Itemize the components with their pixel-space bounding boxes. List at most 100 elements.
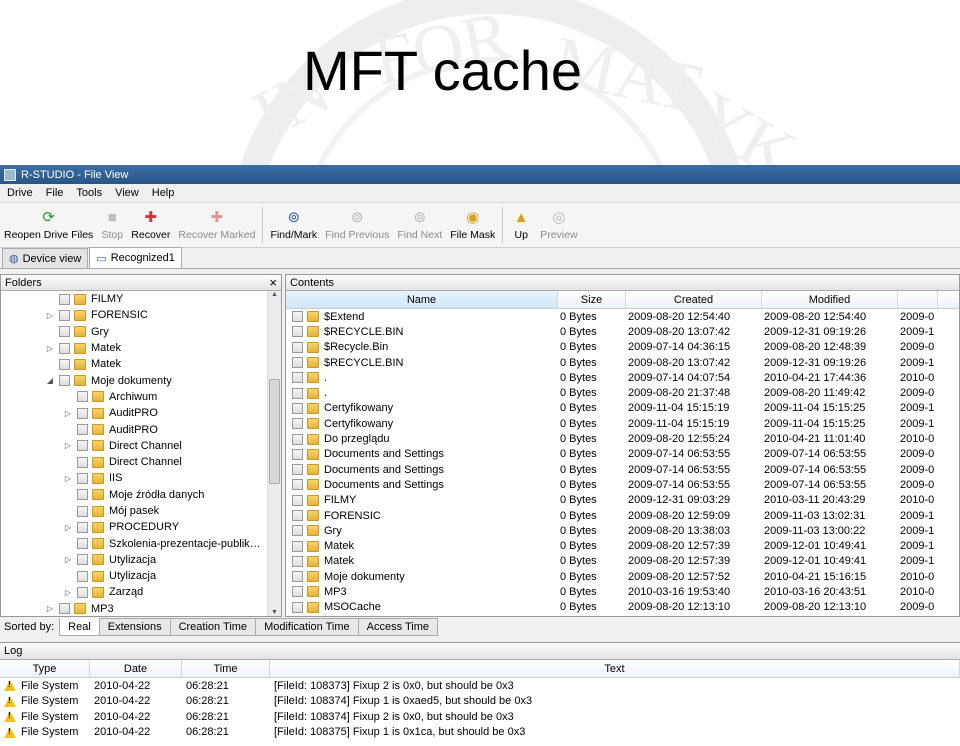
log-column-text[interactable]: Text (270, 660, 960, 677)
tree-item[interactable]: Moje źródła danych (1, 487, 281, 503)
log-column-type[interactable]: Type (0, 660, 90, 677)
tree-checkbox[interactable] (59, 326, 70, 338)
tree-checkbox[interactable] (59, 293, 70, 305)
file-row[interactable]: $RECYCLE.BIN 0 Bytes 2009-08-20 13:07:42 20… (286, 355, 959, 370)
tree-item[interactable]: ▷ Utylizacja (1, 552, 281, 568)
log-row[interactable]: File System 2010-04-22 06:28:21 [FileId: 10… (0, 725, 960, 741)
window-titlebar[interactable]: R-STUDIO - File View (0, 165, 960, 184)
file-row[interactable]: . 0 Bytes 2009-07-14 04:07:54 2010-04-21 17… (286, 370, 959, 385)
tree-item[interactable]: ◢ Moje dokumenty (1, 372, 281, 388)
file-row[interactable]: $Recycle.Bin 0 Bytes 2009-07-14 04:36:15 20… (286, 340, 959, 355)
row-checkbox[interactable] (292, 326, 303, 338)
tree-checkbox[interactable] (77, 424, 88, 436)
file-row[interactable]: Do przeglądu 0 Bytes 2009-08-20 12:55:24 20… (286, 431, 959, 446)
tree-checkbox[interactable] (59, 342, 70, 354)
file-row[interactable]: FORENSIC 0 Bytes 2009-08-20 12:59:09 2009-1… (286, 508, 959, 523)
tree-item[interactable]: ▷ AuditPRO (1, 405, 281, 421)
file-row[interactable]: $Extend 0 Bytes 2009-08-20 12:54:40 2009-08… (286, 309, 959, 324)
tree-checkbox[interactable] (77, 489, 88, 501)
row-checkbox[interactable] (292, 540, 303, 552)
file-row[interactable]: . 0 Bytes 2009-08-20 21:37:48 2009-08-20 11… (286, 385, 959, 400)
up-button[interactable]: ▲ Up (506, 207, 536, 242)
tree-item[interactable]: AuditPRO (1, 421, 281, 437)
tree-checkbox[interactable] (77, 570, 88, 582)
tree-checkbox[interactable] (77, 554, 88, 566)
stop-button[interactable]: ■ Stop (97, 207, 127, 242)
tree-item[interactable]: ▷ IIS (1, 470, 281, 486)
file-row[interactable]: Certyfikowany 0 Bytes 2009-11-04 15:15:19 2… (286, 401, 959, 416)
file-row[interactable]: Matek 0 Bytes 2009-08-20 12:57:39 2009-12-0… (286, 554, 959, 569)
expand-icon[interactable]: ◢ (45, 376, 55, 385)
row-checkbox[interactable] (292, 479, 303, 491)
expand-icon[interactable]: ▷ (63, 555, 73, 564)
folder-tree-scrollbar[interactable]: ▲ ▼ (267, 291, 281, 616)
tree-item[interactable]: Mój pasek (1, 503, 281, 519)
file-row[interactable]: Moje dokumenty 0 Bytes 2009-08-20 12:57:52… (286, 569, 959, 584)
file-row[interactable]: Documents and Settings 0 Bytes 2009-07-14 … (286, 462, 959, 477)
tree-checkbox[interactable] (77, 391, 88, 403)
expand-icon[interactable]: ▷ (63, 441, 73, 450)
tree-checkbox[interactable] (77, 505, 88, 517)
tree-checkbox[interactable] (77, 586, 88, 598)
file-row[interactable]: Certyfikowany 0 Bytes 2009-11-04 15:15:19 2… (286, 416, 959, 431)
find-previous-button[interactable]: ⊚ Find Previous (321, 207, 393, 241)
tree-checkbox[interactable] (59, 375, 70, 387)
row-checkbox[interactable] (292, 387, 303, 399)
row-checkbox[interactable] (292, 448, 303, 460)
row-checkbox[interactable] (292, 433, 303, 445)
row-checkbox[interactable] (292, 357, 303, 369)
tree-item[interactable]: ▷ Zarząd (1, 584, 281, 600)
file-row[interactable]: Matek 0 Bytes 2009-08-20 12:57:39 2009-12-0… (286, 538, 959, 553)
tab-device-view[interactable]: ◍ Device view (2, 248, 89, 268)
column-header-name[interactable]: Name ^ (286, 291, 558, 308)
menu-drive[interactable]: Drive (7, 187, 33, 199)
tree-item[interactable]: ▷ Matek (1, 340, 281, 356)
log-column-date[interactable]: Date (90, 660, 182, 677)
tab-recognized1[interactable]: ▭ Recognized1 (89, 247, 182, 268)
menu-tools[interactable]: Tools (76, 187, 102, 199)
log-row[interactable]: File System 2010-04-22 06:28:21 [FileId: 10… (0, 678, 960, 694)
file-mask-button[interactable]: ◉ File Mask (446, 207, 499, 241)
tree-item[interactable]: Szkolenia-prezentacje-publik… (1, 535, 281, 551)
row-checkbox[interactable] (292, 586, 303, 598)
row-checkbox[interactable] (292, 311, 303, 323)
tree-item[interactable]: Utylizacja (1, 568, 281, 584)
column-header-extra[interactable] (898, 291, 938, 308)
menu-view[interactable]: View (115, 187, 139, 199)
column-header-modified[interactable]: Modified (762, 291, 898, 308)
preview-button[interactable]: ◎ Preview (536, 207, 581, 241)
recover-marked-button[interactable]: ✚ Recover Marked (174, 207, 259, 241)
log-row[interactable]: File System 2010-04-22 06:28:21 [FileId: 10… (0, 694, 960, 710)
tree-item[interactable]: Matek (1, 356, 281, 372)
expand-icon[interactable]: ▷ (63, 588, 73, 597)
sort-tab-creation-time[interactable]: Creation Time (169, 618, 257, 636)
sort-tab-access-time[interactable]: Access Time (357, 618, 439, 636)
tree-checkbox[interactable] (59, 603, 70, 615)
sort-tab-extensions[interactable]: Extensions (98, 618, 171, 636)
log-row[interactable]: File System 2010-04-22 06:28:21 [FileId: 10… (0, 709, 960, 725)
recover-button[interactable]: ✚ Recover (127, 207, 174, 241)
reopen-drive-files-button[interactable]: ⟳ Reopen Drive Files (0, 207, 97, 241)
find-next-button[interactable]: ⊚ Find Next (393, 207, 446, 241)
tree-checkbox[interactable] (77, 521, 88, 533)
close-icon[interactable]: × (269, 275, 277, 290)
tree-item[interactable]: FILMY (1, 291, 281, 307)
scrollbar-thumb[interactable] (269, 379, 280, 484)
expand-icon[interactable]: ▷ (63, 474, 73, 483)
column-header-size[interactable]: Size (558, 291, 626, 308)
row-checkbox[interactable] (292, 372, 303, 384)
tree-item[interactable]: ▷ MP3 (1, 601, 281, 616)
expand-icon[interactable]: ▷ (45, 311, 55, 320)
file-row[interactable]: MSOCache 0 Bytes 2009-08-20 12:13:10 2009-0… (286, 600, 959, 615)
expand-icon[interactable]: ▷ (63, 409, 73, 418)
row-checkbox[interactable] (292, 525, 303, 537)
menu-help[interactable]: Help (152, 187, 175, 199)
find-mark-button[interactable]: ⊚ Find/Mark (266, 207, 321, 241)
menu-file[interactable]: File (46, 187, 64, 199)
tree-item[interactable]: Archiwum (1, 389, 281, 405)
tree-checkbox[interactable] (77, 538, 88, 550)
tree-checkbox[interactable] (77, 472, 88, 484)
row-checkbox[interactable] (292, 555, 303, 567)
expand-icon[interactable]: ▷ (45, 344, 55, 353)
row-checkbox[interactable] (292, 601, 303, 613)
